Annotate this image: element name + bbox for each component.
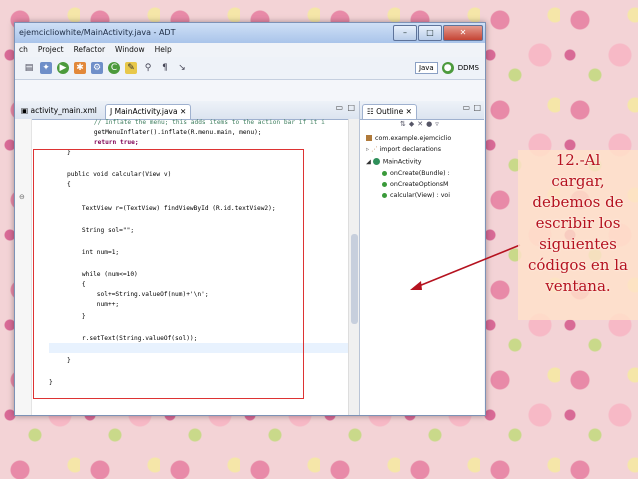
callout-line: 12.-Al bbox=[555, 151, 601, 169]
callout-line: siguientes bbox=[539, 235, 617, 253]
arrow-head bbox=[410, 281, 422, 290]
callout-line: códigos en la bbox=[528, 256, 628, 274]
callout-line: ventana. bbox=[545, 277, 611, 295]
callout-line: cargar, bbox=[551, 172, 605, 190]
callout-line: debemos de bbox=[532, 193, 624, 211]
callout-line: escribir los bbox=[535, 214, 621, 232]
instruction-callout: 12.-Al cargar, debemos de escribir los s… bbox=[518, 150, 638, 320]
arrow-line bbox=[413, 244, 521, 289]
